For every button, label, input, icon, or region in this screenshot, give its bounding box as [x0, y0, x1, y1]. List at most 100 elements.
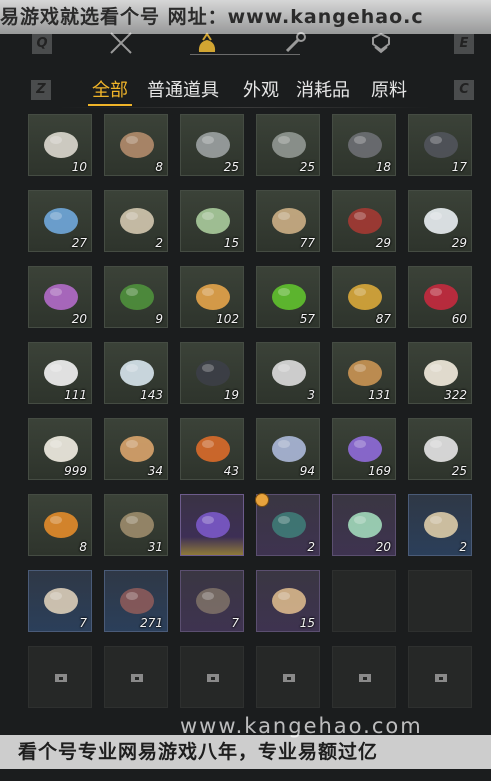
- item-slot-dark-ore[interactable]: 17: [408, 114, 472, 176]
- item-slot-red-crystal[interactable]: 60: [408, 266, 472, 328]
- item-slot-horn-dark[interactable]: 7: [180, 570, 244, 632]
- item-count: 111: [64, 388, 87, 402]
- item-slot-fish[interactable]: 25: [180, 114, 244, 176]
- item-slot-ice-block[interactable]: 143: [104, 342, 168, 404]
- item-slot-white-lily[interactable]: 111: [28, 342, 92, 404]
- green-egg-icon: [196, 208, 230, 234]
- item-count: 87: [375, 312, 391, 326]
- tab-all[interactable]: 全部: [92, 76, 128, 102]
- item-slot-catfish[interactable]: 25: [256, 114, 320, 176]
- item-slot-bone-spine[interactable]: 2: [104, 190, 168, 252]
- item-slot-horn-light[interactable]: 15: [256, 570, 320, 632]
- item-count: 15: [299, 616, 315, 630]
- item-slot-scroll[interactable]: 2: [408, 494, 472, 556]
- root-herb-icon: [120, 512, 154, 538]
- item-slot-pufferfish[interactable]: 8: [104, 114, 168, 176]
- category-tabs: Z 全部 普通道具 外观 消耗品 原料 C: [0, 72, 491, 106]
- item-slot-sparkler[interactable]: 102: [180, 266, 244, 328]
- item-slot-gift-box-green[interactable]: 20: [332, 494, 396, 556]
- locked-slot[interactable]: [408, 646, 472, 708]
- item-count: 43: [223, 464, 239, 478]
- item-slot-jade-orb[interactable]: 57: [256, 266, 320, 328]
- empty-slot[interactable]: [332, 570, 396, 632]
- item-count: 2: [459, 540, 467, 554]
- lock-icon: [359, 674, 371, 682]
- item-slot-root-herb[interactable]: 31: [104, 494, 168, 556]
- coral-icon: [44, 132, 78, 158]
- jade-orb-icon: [272, 284, 306, 310]
- item-slot-milk-bowl[interactable]: 999: [28, 418, 92, 480]
- item-slot-iron-ore[interactable]: 18: [332, 114, 396, 176]
- lock-icon: [55, 674, 67, 682]
- item-count: 20: [375, 540, 391, 554]
- active-tab-underline: [88, 104, 132, 106]
- item-slot-purple-flower[interactable]: 20: [28, 266, 92, 328]
- item-slot-blue-spider-lily[interactable]: 94: [256, 418, 320, 480]
- catfish-icon: [272, 132, 306, 158]
- tab-materials[interactable]: 原料: [371, 76, 407, 102]
- item-slot-rice-sacks[interactable]: 77: [256, 190, 320, 252]
- locked-slot[interactable]: [256, 646, 320, 708]
- item-slot-green-herb[interactable]: 9: [104, 266, 168, 328]
- item-count: 18: [375, 160, 391, 174]
- item-slot-red-berry-herb[interactable]: 29: [332, 190, 396, 252]
- item-count: 271: [140, 616, 163, 630]
- item-slot-rice-bowl[interactable]: 322: [408, 342, 472, 404]
- item-count: 29: [451, 236, 467, 250]
- red-crystal-icon: [424, 284, 458, 310]
- item-slot-clay-jar[interactable]: 7: [28, 570, 92, 632]
- item-slot-amethyst[interactable]: [180, 494, 244, 556]
- toolbar-ornament: [190, 54, 300, 61]
- item-slot-book-chest[interactable]: 271: [104, 570, 168, 632]
- wood-bundle-icon: [348, 360, 382, 386]
- item-slot-gold-ore[interactable]: 87: [332, 266, 396, 328]
- item-slot-white-flower[interactable]: 29: [408, 190, 472, 252]
- item-slot-gift-box-dark[interactable]: 2: [255, 493, 320, 556]
- lock-icon: [435, 674, 447, 682]
- green-herb-icon: [120, 284, 154, 310]
- orange-fruit-herb-icon: [44, 512, 78, 538]
- rice-sacks-icon: [272, 208, 306, 234]
- item-slot-coral[interactable]: 10: [28, 114, 92, 176]
- item-count: 25: [451, 464, 467, 478]
- locked-slot[interactable]: [180, 646, 244, 708]
- item-slot-white-peony[interactable]: 25: [408, 418, 472, 480]
- item-count: 143: [140, 388, 163, 402]
- roast-meat-icon: [196, 436, 230, 462]
- item-count: 2: [155, 236, 163, 250]
- item-count: 34: [147, 464, 163, 478]
- item-count: 999: [64, 464, 87, 478]
- tab-common-items[interactable]: 普通道具: [147, 76, 219, 102]
- item-count: 77: [299, 236, 315, 250]
- empty-slot[interactable]: [408, 570, 472, 632]
- key-hint-q: Q: [32, 34, 52, 54]
- locked-slot[interactable]: [104, 646, 168, 708]
- item-slot-orange-fruit-herb[interactable]: 8: [28, 494, 92, 556]
- horn-dark-icon: [196, 588, 230, 614]
- tab-appearance[interactable]: 外观: [243, 76, 279, 102]
- item-slot-roast-meat[interactable]: 43: [180, 418, 244, 480]
- gift-box-dark-icon: [272, 512, 306, 538]
- white-flower-icon: [424, 208, 458, 234]
- item-count: 19: [223, 388, 239, 402]
- item-slot-blue-crystal[interactable]: 27: [28, 190, 92, 252]
- book-chest-icon: [120, 588, 154, 614]
- item-slot-white-fur[interactable]: 3: [256, 342, 320, 404]
- pufferfish-icon: [120, 132, 154, 158]
- item-slot-green-egg[interactable]: 15: [180, 190, 244, 252]
- item-slot-wood-bundle[interactable]: 131: [332, 342, 396, 404]
- tabs-divider: [60, 107, 430, 108]
- item-slot-lavender[interactable]: 169: [332, 418, 396, 480]
- locked-slot[interactable]: [28, 646, 92, 708]
- locked-slot[interactable]: [332, 646, 396, 708]
- tab-consumables[interactable]: 消耗品: [296, 76, 350, 102]
- item-count: 20: [71, 312, 87, 326]
- item-count: 60: [451, 312, 467, 326]
- item-count: 29: [375, 236, 391, 250]
- item-slot-tofu-cubes[interactable]: 34: [104, 418, 168, 480]
- item-count: 10: [71, 160, 87, 174]
- item-count: 17: [451, 160, 467, 174]
- item-count: 31: [147, 540, 163, 554]
- item-count: 3: [307, 388, 315, 402]
- item-slot-dark-feather[interactable]: 19: [180, 342, 244, 404]
